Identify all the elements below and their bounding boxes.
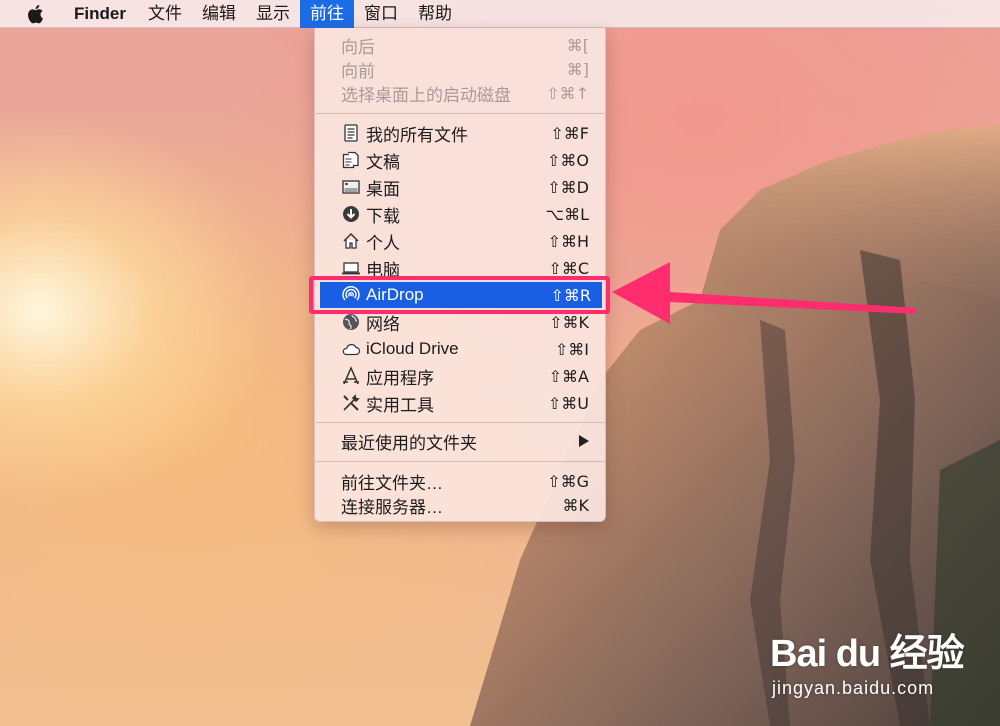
- all-files-icon: [341, 123, 361, 143]
- go-menu-dropdown: 向后 ⌘[ 向前 ⌘] 选择桌面上的启动磁盘 ⇧⌘↑ 我的所有文件 ⇧⌘F 文稿…: [314, 28, 606, 522]
- menu-item-shortcut: ⇧⌘F: [550, 123, 589, 143]
- menu-item-shortcut: ⇧⌘O: [547, 150, 589, 170]
- menu-item-documents[interactable]: 文稿 ⇧⌘O: [315, 147, 605, 173]
- watermark-url: jingyan.baidu.com: [772, 678, 935, 698]
- menu-item-label: 选择桌面上的启动磁盘: [341, 85, 511, 105]
- menu-window[interactable]: 窗口: [354, 0, 408, 28]
- menu-item-shortcut: ⌘]: [566, 59, 589, 79]
- menu-separator: [315, 422, 605, 423]
- menu-item-label: 向前: [341, 61, 375, 81]
- menu-item-label: 我的所有文件: [366, 125, 468, 145]
- menu-item-shortcut: ⌘[: [566, 35, 589, 55]
- cloud-icon: [341, 339, 361, 359]
- menu-item-recent-folders[interactable]: 最近使用的文件夹: [315, 428, 605, 454]
- menu-item-shortcut: ⇧⌘U: [547, 393, 589, 413]
- menu-item-shortcut: ⇧⌘C: [548, 258, 589, 278]
- home-icon: [341, 231, 361, 251]
- globe-icon: [341, 312, 361, 332]
- downloads-icon: [341, 204, 361, 224]
- annotation-arrow: [612, 262, 916, 324]
- baidu-jingyan-watermark: Bai du 经验 jingyan.baidu.com: [770, 622, 990, 712]
- annotation-highlight-box: [309, 276, 610, 314]
- menu-item-shortcut: ⇧⌘A: [548, 366, 589, 386]
- watermark-logo: Bai du 经验: [770, 633, 965, 675]
- menu-item-label: 连接服务器…: [341, 497, 443, 517]
- menu-item-go-to-folder[interactable]: 前往文件夹… ⇧⌘G: [315, 468, 605, 494]
- menu-go[interactable]: 前往: [299, 0, 354, 28]
- menu-item-shortcut: ⇧⌘K: [549, 312, 589, 332]
- menu-item-label: 个人: [366, 233, 400, 253]
- utilities-icon: [341, 393, 361, 413]
- menu-item-label: 前往文件夹…: [341, 473, 443, 493]
- documents-icon: [341, 150, 361, 170]
- menu-separator: [315, 461, 605, 462]
- menu-item-label: iCloud Drive: [366, 339, 459, 358]
- menu-item-label: 桌面: [366, 179, 400, 199]
- menu-item-utilities[interactable]: 实用工具 ⇧⌘U: [315, 390, 605, 416]
- menu-finder[interactable]: Finder: [66, 0, 138, 28]
- menu-item-shortcut: ⇧⌘I: [554, 339, 589, 359]
- menu-item-label: 下载: [366, 206, 400, 226]
- menu-item-forward: 向前 ⌘]: [315, 56, 605, 82]
- menu-item-home[interactable]: 个人 ⇧⌘H: [315, 228, 605, 254]
- menu-item-downloads[interactable]: 下载 ⌥⌘L: [315, 201, 605, 227]
- menu-item-icloud[interactable]: iCloud Drive ⇧⌘I: [315, 336, 605, 362]
- menu-item-label: 向后: [341, 37, 375, 57]
- menu-file[interactable]: 文件: [138, 0, 192, 28]
- menu-item-shortcut: ⇧⌘G: [547, 471, 589, 491]
- menu-item-startup-disk: 选择桌面上的启动磁盘 ⇧⌘↑: [315, 80, 605, 106]
- menu-edit[interactable]: 编辑: [192, 0, 246, 28]
- menu-item-all-files[interactable]: 我的所有文件 ⇧⌘F: [315, 120, 605, 146]
- menu-item-back: 向后 ⌘[: [315, 32, 605, 58]
- applications-icon: [341, 366, 361, 386]
- menu-help[interactable]: 帮助: [408, 0, 462, 28]
- menu-item-shortcut: ⇧⌘D: [547, 177, 589, 197]
- desktop-icon: [341, 177, 361, 197]
- menu-view[interactable]: 显示: [246, 0, 300, 28]
- menu-item-desktop[interactable]: 桌面 ⇧⌘D: [315, 174, 605, 200]
- menu-item-label: 实用工具: [366, 395, 434, 415]
- menu-item-label: 文稿: [366, 152, 400, 172]
- laptop-icon: [341, 258, 361, 278]
- apple-logo-icon[interactable]: [24, 2, 48, 26]
- menu-item-label: 应用程序: [366, 368, 434, 388]
- menu-item-shortcut: ⇧⌘H: [547, 231, 589, 251]
- submenu-arrow-icon: [579, 435, 589, 447]
- menu-item-shortcut: ⇧⌘↑: [546, 83, 589, 103]
- menu-item-shortcut: ⌥⌘L: [545, 204, 589, 224]
- menu-bar: Finder 文件 编辑 显示 前往 窗口 帮助: [0, 0, 1000, 28]
- menu-item-connect-server[interactable]: 连接服务器… ⌘K: [315, 492, 605, 518]
- menu-item-applications[interactable]: 应用程序 ⇧⌘A: [315, 363, 605, 389]
- menu-item-shortcut: ⌘K: [562, 495, 590, 515]
- menu-item-label: 最近使用的文件夹: [341, 433, 477, 453]
- menu-separator: [315, 113, 605, 114]
